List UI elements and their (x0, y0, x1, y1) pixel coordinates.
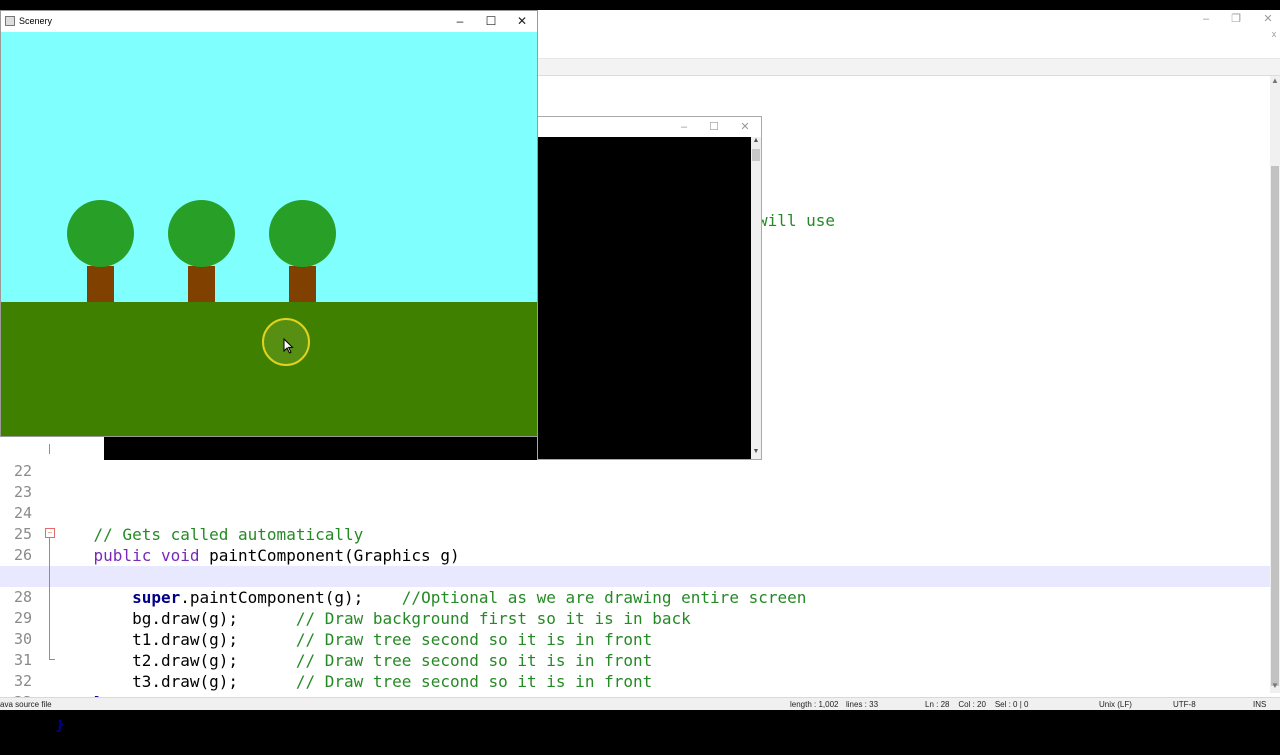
tree-trunk (289, 266, 316, 302)
scrollbar-thumb[interactable] (752, 149, 760, 161)
console-titlebar[interactable]: – ☐ ✕ (538, 117, 761, 137)
code-line[interactable]: 31 t3.draw(g); // Draw tree second so it… (0, 629, 1270, 691)
console-maximize-button[interactable]: ☐ (702, 119, 726, 135)
code-line[interactable]: 30 t2.draw(g); // Draw tree second so it… (0, 608, 1270, 670)
console-scrollbar[interactable]: ▲ ▼ (751, 137, 761, 459)
status-encoding: UTF-8 (1173, 700, 1196, 709)
status-eol: Unix (LF) (1099, 700, 1132, 709)
code-line[interactable]: 29 t1.draw(g); // Draw tree second so it… (0, 587, 1270, 649)
scenery-window[interactable]: Scenery – ☐ ✕ (0, 10, 538, 437)
console-output-area (104, 435, 537, 460)
code-line[interactable]: 25 public void paintComponent(Graphics g… (0, 503, 1270, 565)
tree-canopy (67, 200, 134, 267)
status-file-type: ava source file (0, 700, 52, 709)
code-line[interactable]: 27 super.paintComponent(g); //Optional a… (0, 545, 1270, 607)
tree-canopy (269, 200, 336, 267)
scenery-close-button[interactable]: ✕ (507, 11, 537, 32)
scroll-down-arrow-icon[interactable]: ▼ (1270, 681, 1280, 693)
console-minimize-button[interactable]: – (672, 119, 696, 135)
editor-close-button[interactable]: ✕ (1252, 10, 1280, 28)
status-lines: lines : 33 (846, 700, 879, 709)
code-line-current[interactable]: 28 bg.draw(g); // Draw background first … (0, 566, 1270, 628)
code-line[interactable]: 26 { (0, 524, 1270, 586)
status-cursor-position: Ln : 28 Col : 20 Sel : 0 | 0 (925, 700, 1029, 709)
tree-canopy (168, 200, 235, 267)
fold-toggle-icon[interactable]: − (45, 528, 55, 538)
scroll-down-arrow-icon[interactable]: ▼ (751, 448, 761, 459)
editor-restore-button[interactable]: ❐ (1220, 10, 1252, 28)
scrollbar-thumb[interactable] (1271, 166, 1279, 686)
code-line[interactable]: 23 (0, 461, 1270, 501)
scenery-canvas[interactable] (1, 32, 537, 436)
fold-guide (49, 444, 50, 454)
taskbar-edge (0, 710, 1280, 720)
tree-trunk (87, 266, 114, 302)
scenery-titlebar[interactable]: Scenery – ☐ ✕ (1, 11, 537, 32)
tree-trunk (188, 266, 215, 302)
java-app-icon (5, 16, 15, 26)
status-length: length : 1,002 (790, 700, 839, 709)
scroll-up-arrow-icon[interactable]: ▲ (1270, 76, 1280, 88)
console-window[interactable]: – ☐ ✕ ▲ ▼ (537, 116, 762, 460)
ground (1, 302, 537, 436)
console-close-button[interactable]: ✕ (733, 119, 757, 135)
status-insert-mode: INS (1253, 700, 1267, 709)
editor-statusbar: ava source file length : 1,002 lines : 3… (0, 697, 1280, 711)
scenery-minimize-button[interactable]: – (445, 11, 475, 32)
code-line[interactable]: 33 } (0, 671, 1270, 733)
editor-minimize-button[interactable]: – (1190, 10, 1222, 28)
code-comment-fragment: will use (758, 211, 836, 230)
console-output-area[interactable] (538, 137, 751, 459)
fold-end-marker (49, 659, 55, 660)
code-line[interactable]: 24 // Gets called automatically (0, 482, 1270, 544)
mouse-pointer-icon (283, 338, 294, 354)
scroll-up-arrow-icon[interactable]: ▲ (751, 137, 761, 148)
code-line[interactable]: 32 } (0, 650, 1270, 712)
scenery-maximize-button[interactable]: ☐ (476, 11, 506, 32)
fold-guide (49, 538, 50, 659)
window-title: Scenery (19, 16, 53, 26)
editor-vertical-scrollbar[interactable]: ▲ ▼ (1270, 76, 1280, 693)
